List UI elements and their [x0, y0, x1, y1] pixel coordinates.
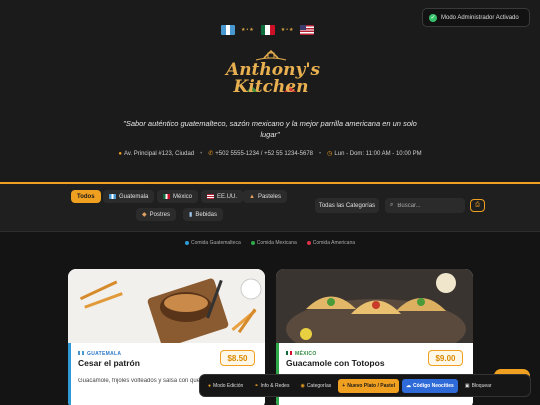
mexico-flag-icon	[163, 194, 170, 199]
address-item: ● Av. Principal #123, Ciudad	[118, 151, 194, 157]
logo-title: Anthony's Kitchen	[226, 62, 320, 97]
plus-icon: +	[342, 382, 346, 389]
edit-mode-button[interactable]: ● Modo Edición	[204, 379, 247, 393]
logo-title-line2: Kitchen	[233, 77, 309, 97]
country-label: GUATEMALA	[87, 351, 122, 357]
burger-fries-image	[68, 269, 265, 348]
filter-chip-guatemala[interactable]: Guatemala	[103, 190, 155, 203]
legend-dot	[184, 240, 189, 245]
button-label: Modo Edición	[213, 382, 244, 389]
hours-text: Lun - Dom: 11:00 AM - 10:00 PM	[334, 151, 422, 157]
cake-icon: ▲	[249, 193, 255, 200]
filter-chip-usa[interactable]: EE.UU.	[201, 190, 244, 203]
search-icon: ⌕	[390, 202, 394, 208]
categories-button[interactable]: ◉ Categorías	[296, 379, 335, 393]
button-label: Nuevo Plato / Pastel	[347, 382, 395, 389]
card-country: MÉXICO	[286, 351, 317, 357]
chip-label: México	[173, 193, 193, 200]
chip-label: Todos	[77, 193, 95, 200]
filter-chip-pasteles[interactable]: ▲ Pasteles	[243, 190, 287, 203]
guatemala-flag-icon	[78, 351, 84, 355]
location-pin-icon: ●	[118, 150, 122, 157]
button-label: Código Neocities	[413, 382, 454, 389]
tacos-image	[276, 269, 473, 359]
legend-label: Comida Guatemalteca	[190, 240, 241, 246]
button-label: Categorías	[306, 382, 332, 389]
legend-dot	[250, 240, 255, 245]
legend-label: Comida Americana	[312, 240, 356, 246]
admin-mode-badge: ✓ Modo Administrador Activado	[422, 8, 530, 27]
mexico-flag-icon	[286, 351, 292, 355]
dessert-icon: ◆	[142, 212, 147, 218]
guatemala-flag-icon	[109, 194, 116, 199]
guatemala-flag-icon	[221, 25, 235, 35]
legend-item-mexicana: Comida Mexicana	[250, 240, 297, 246]
dish-price: $9.00	[428, 350, 463, 366]
legend-item-americana: Comida Americana	[306, 240, 356, 246]
lock-button[interactable]: ▣ Bloquear	[461, 379, 496, 393]
tagline: "Sabor auténtico guatemalteco, sazón mex…	[123, 119, 417, 139]
dish-photo	[68, 269, 265, 348]
site-header: ✓ Modo Administrador Activado ★•★ ★•★ An…	[0, 0, 540, 183]
separator: •	[319, 150, 322, 157]
filter-chip-mexico[interactable]: México	[157, 190, 199, 203]
contact-info-row: ● Av. Principal #123, Ciudad • ✆ +502 5555…	[0, 150, 540, 158]
chip-label: Guatemala	[119, 193, 149, 200]
admin-mode-text: Modo Administrador Activado	[441, 14, 519, 21]
info-social-button[interactable]: ⚭ Info & Redes	[250, 379, 293, 393]
phone-item: ✆ +502 5555-1234 / +52 55 1234-5678	[208, 150, 313, 157]
dish-name: Guacamole con Totopos	[286, 358, 385, 368]
link-icon: ⚭	[254, 382, 259, 389]
dish-photo	[276, 269, 473, 359]
button-label: Bloquear	[471, 382, 492, 389]
legend-item-guatemalteca: Comida Guatemalteca	[184, 240, 241, 246]
usa-flag-icon	[300, 25, 315, 35]
cuisine-legend: Comida Guatemalteca Comida Mexicana Comi…	[0, 240, 540, 246]
filter-chip-bebidas[interactable]: ▮ Bebidas	[183, 208, 223, 221]
hours-item: ◷ Lun - Dom: 11:00 AM - 10:00 PM	[327, 150, 422, 157]
category-select-value: Todas las Categorías	[318, 202, 376, 209]
legend-dot	[306, 240, 311, 245]
phone-text: +502 5555-1234 / +52 55 1234-5678	[215, 151, 314, 157]
clock-icon: ◷	[327, 151, 333, 157]
separator: •	[200, 150, 203, 157]
chip-label: Postres	[149, 211, 170, 218]
button-label: Info & Redes	[260, 382, 290, 389]
chip-label: Bebidas	[195, 211, 217, 218]
chip-label: Pasteles	[257, 193, 281, 200]
cloud-icon: ☁	[406, 382, 411, 389]
legend-label: Comida Mexicana	[256, 240, 297, 246]
flag-row: ★•★ ★•★	[221, 25, 315, 35]
cup-icon: ▮	[189, 212, 193, 218]
print-button[interactable]: ⎙	[470, 199, 485, 212]
printer-icon: ⎙	[475, 202, 480, 208]
filter-chip-todos[interactable]: Todos	[71, 190, 101, 203]
chip-label: EE.UU.	[217, 193, 238, 200]
filter-chip-postres[interactable]: ◆ Postres	[136, 208, 176, 221]
dish-name: Cesar el patrón	[78, 358, 140, 368]
phone-icon: ✆	[208, 151, 214, 157]
dish-price: $8.50	[220, 350, 255, 366]
search-box[interactable]: ⌕	[385, 198, 465, 213]
admin-toolbar: ● Modo Edición ⚭ Info & Redes ◉ Categorías …	[199, 374, 531, 397]
tag-icon: ◉	[300, 382, 305, 389]
search-input[interactable]	[397, 202, 458, 209]
new-dish-button[interactable]: + Nuevo Plato / Pastel	[338, 378, 399, 393]
country-label: MÉXICO	[295, 351, 317, 357]
lock-icon: ▣	[464, 382, 470, 389]
neocities-code-button[interactable]: ☁ Código Neocities	[402, 378, 458, 393]
card-accent-stripe	[68, 343, 71, 405]
card-country: GUATEMALA	[78, 351, 121, 357]
restaurant-logo: Anthony's Kitchen	[226, 48, 320, 108]
category-select[interactable]: Todas las Categorías	[315, 198, 379, 213]
usa-flag-icon	[207, 194, 214, 199]
check-icon: ✓	[429, 13, 437, 22]
stars-decoration: ★•★	[241, 27, 255, 33]
address-text: Av. Principal #123, Ciudad	[123, 150, 195, 157]
user-edit-icon: ●	[208, 382, 212, 389]
stars-decoration: ★•★	[280, 27, 295, 33]
mexico-flag-icon	[260, 25, 275, 35]
